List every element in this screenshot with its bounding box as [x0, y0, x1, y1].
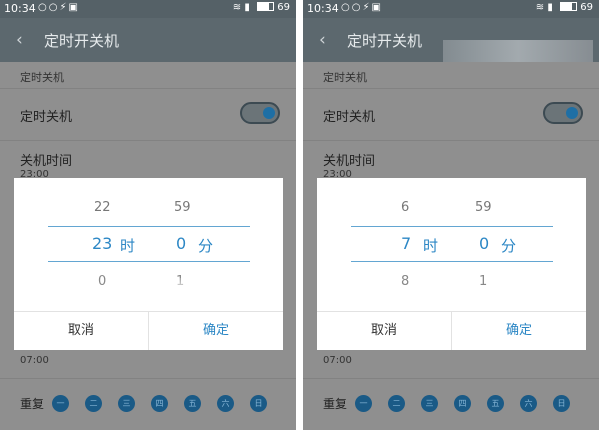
divider	[303, 378, 599, 379]
notification-icons: ○○⚡▣	[341, 2, 383, 13]
shutdown-toggle-label: 定时关机	[323, 110, 376, 125]
day-sun-button[interactable]: 日	[553, 395, 571, 412]
day-mon-button[interactable]: 一	[52, 395, 70, 412]
day-sun-button[interactable]: 日	[250, 395, 268, 412]
day-thu-button[interactable]: 四	[454, 395, 472, 412]
day-mon-button[interactable]: 一	[355, 395, 373, 412]
hour-selected[interactable]: 7	[401, 234, 411, 253]
day-thu-button[interactable]: 四	[151, 395, 169, 412]
status-bar: 10:34 ○○⚡▣ ≋ ▮ 69	[303, 0, 599, 18]
battery-level: 69	[580, 2, 593, 13]
day-fri-button[interactable]: 五	[184, 395, 202, 412]
divider	[0, 88, 296, 89]
battery-icon	[257, 2, 275, 11]
divider	[0, 378, 296, 379]
back-arrow-icon[interactable]: ‹	[319, 30, 326, 50]
minute-next[interactable]: 1	[479, 274, 487, 289]
minute-selected[interactable]: 0	[479, 234, 489, 253]
page-title: 定时开关机	[44, 32, 120, 50]
wifi-icon: ≋	[232, 2, 242, 13]
startup-time-value: 07:00	[20, 355, 49, 366]
time-picker-dialog: 6 59 7 时 0 分 8 1 取消 确定	[317, 178, 586, 350]
repeat-days-row: 重复 一 二 三 四 五 六 日	[20, 395, 268, 412]
picker-top-line	[48, 226, 250, 227]
cancel-button[interactable]: 取消	[317, 312, 451, 350]
system-icons: ≋ ▮ 69	[233, 2, 290, 13]
hour-next[interactable]: 8	[401, 274, 409, 289]
title-bar: ‹ 定时开关机	[0, 18, 296, 62]
minute-prev[interactable]: 59	[174, 200, 191, 215]
image-smudge	[114, 278, 204, 298]
day-wed-button[interactable]: 三	[118, 395, 136, 412]
minute-unit: 分	[501, 237, 517, 255]
section-header: 定时关机	[20, 71, 64, 84]
signal-icon: ▮	[244, 2, 250, 13]
shutdown-toggle[interactable]	[543, 102, 583, 124]
comparison-stage: 10:34 ○○⚡▣ ≋ ▮ 69 ‹ 定时开关机 定时关机 定时关机 关机时间…	[0, 0, 599, 430]
repeat-label: 重复	[20, 397, 45, 411]
hour-prev[interactable]: 6	[401, 200, 409, 215]
shutdown-toggle[interactable]	[240, 102, 280, 124]
picker-bottom-line	[48, 261, 250, 262]
phone-screen-right: 10:34 ○○⚡▣ ≋ ▮ 69 ‹ 定时开关机 定时关机 定时关机 关机时间…	[303, 0, 599, 430]
wifi-icon: ≋	[535, 2, 545, 13]
day-tue-button[interactable]: 二	[85, 395, 103, 412]
minute-prev[interactable]: 59	[475, 200, 492, 215]
shutdown-toggle-label: 定时关机	[20, 110, 73, 125]
hour-prev[interactable]: 22	[94, 200, 111, 215]
hour-selected[interactable]: 23	[92, 234, 112, 253]
toggle-knob	[263, 107, 275, 119]
signal-icon: ▮	[547, 2, 553, 13]
confirm-button[interactable]: 确定	[452, 312, 586, 350]
confirm-button[interactable]: 确定	[149, 312, 283, 350]
divider	[303, 140, 599, 141]
back-arrow-icon[interactable]: ‹	[16, 30, 23, 50]
hour-unit: 时	[423, 237, 439, 255]
picker-bottom-line	[351, 261, 553, 262]
picker-top-line	[351, 226, 553, 227]
hour-next[interactable]: 0	[98, 274, 106, 289]
status-time: 10:34	[307, 2, 339, 15]
shutdown-time-label[interactable]: 关机时间	[20, 150, 72, 169]
status-bar: 10:34 ○○⚡▣ ≋ ▮ 69	[0, 0, 296, 18]
notification-icons: ○○⚡▣	[38, 2, 80, 13]
toggle-knob	[566, 107, 578, 119]
repeat-label: 重复	[323, 397, 348, 411]
system-icons: ≋ ▮ 69	[536, 2, 593, 13]
day-sat-button[interactable]: 六	[217, 395, 235, 412]
cancel-button[interactable]: 取消	[14, 312, 148, 350]
phone-screen-left: 10:34 ○○⚡▣ ≋ ▮ 69 ‹ 定时开关机 定时关机 定时关机 关机时间…	[0, 0, 296, 430]
day-fri-button[interactable]: 五	[487, 395, 505, 412]
day-sat-button[interactable]: 六	[520, 395, 538, 412]
day-tue-button[interactable]: 二	[388, 395, 406, 412]
divider	[0, 140, 296, 141]
page-title: 定时开关机	[347, 32, 423, 50]
repeat-days-row: 重复 一 二 三 四 五 六 日	[323, 395, 571, 412]
status-time: 10:34	[4, 2, 36, 15]
time-picker-dialog: 22 59 23 时 0 分 0 1 取消 确定	[14, 178, 283, 350]
minute-selected[interactable]: 0	[176, 234, 186, 253]
day-wed-button[interactable]: 三	[421, 395, 439, 412]
title-bar: ‹ 定时开关机	[303, 18, 599, 78]
battery-level: 69	[277, 2, 290, 13]
section-header: 定时关机	[323, 71, 367, 84]
hour-unit: 时	[120, 237, 136, 255]
startup-time-value: 07:00	[323, 355, 352, 366]
minute-unit: 分	[198, 237, 214, 255]
battery-icon	[560, 2, 578, 11]
divider	[303, 88, 599, 89]
shutdown-time-label[interactable]: 关机时间	[323, 150, 375, 169]
